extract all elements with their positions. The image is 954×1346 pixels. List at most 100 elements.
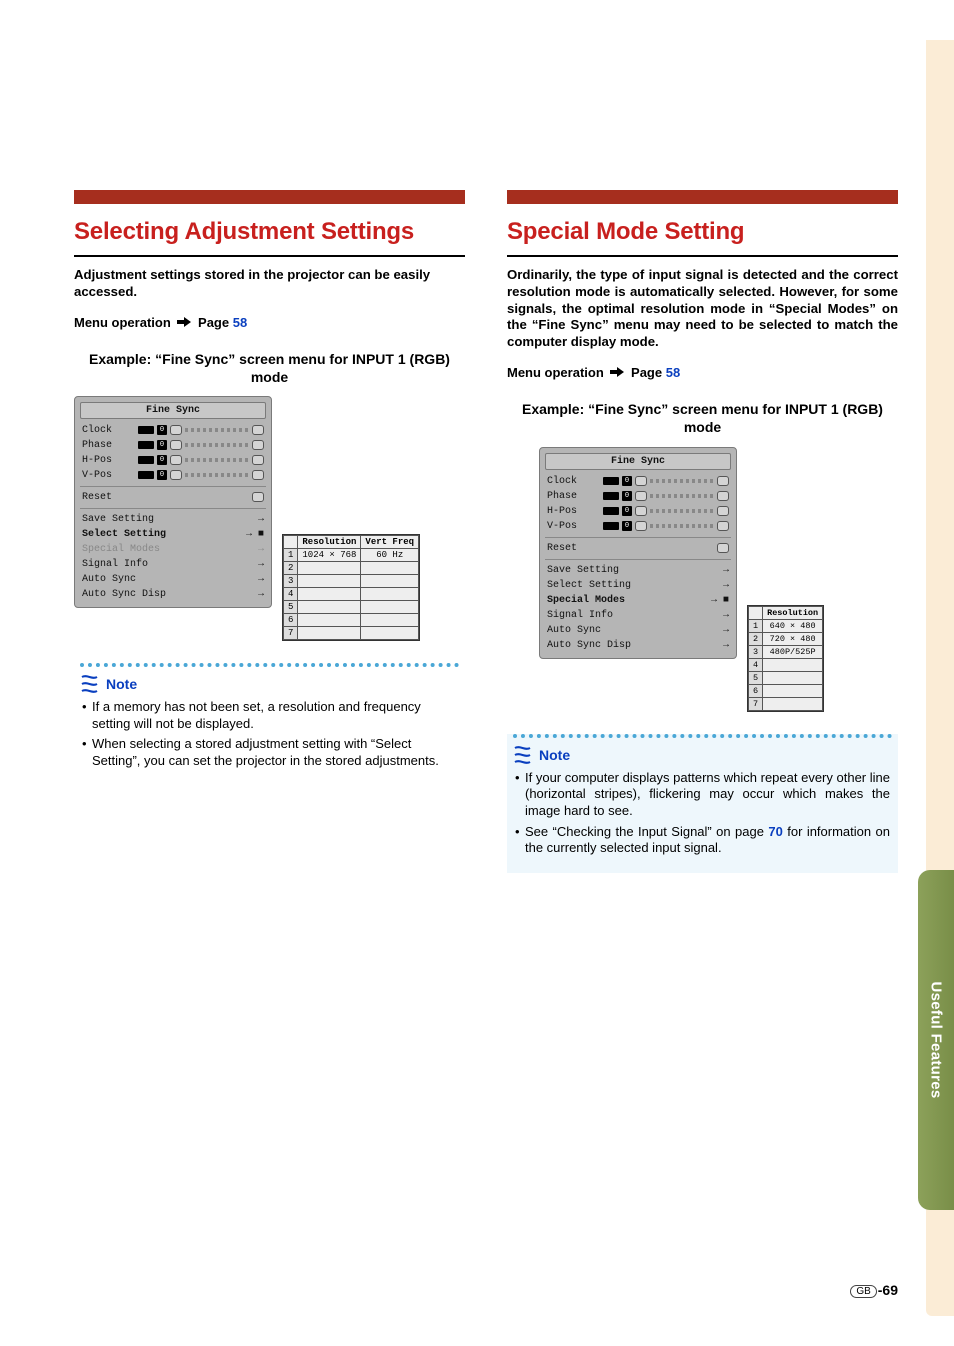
slider-left-cap [603, 507, 619, 515]
slider-track [650, 479, 714, 483]
section-heading: Special Mode Setting [507, 218, 898, 247]
osd-item-arrow-icon: → [194, 589, 264, 600]
side-tab[interactable]: Useful Features [918, 870, 954, 1210]
osd-item-arrow-icon: → [659, 565, 729, 576]
menu-op-prefix: Menu operation [507, 365, 604, 380]
osd-menu-item: Special Modes→ ■ [545, 593, 731, 608]
slider-icon [635, 491, 647, 501]
slider-left-cap [603, 492, 619, 500]
osd-slider: 0 [603, 491, 729, 501]
popup-cell [361, 561, 419, 574]
slider-icon [252, 425, 264, 435]
osd-menu-item: Save Setting→ [545, 563, 731, 578]
slider-track [650, 494, 714, 498]
note-list-right: If your computer displays patterns which… [515, 770, 890, 857]
popup-row-num: 3 [284, 574, 298, 587]
menu-operation-line: Menu operation Page 58 [507, 365, 898, 380]
osd-with-popup: Fine Sync Clock0Phase0H-Pos0V-Pos0 Reset… [539, 447, 898, 712]
page-link[interactable]: 70 [768, 824, 782, 839]
osd-slider-label: H-Pos [547, 506, 599, 517]
note-heading: Note [80, 675, 459, 693]
popup-header: Vert Freq [361, 535, 419, 548]
osd-title: Fine Sync [80, 402, 266, 419]
osd-item-label: Select Setting [82, 529, 190, 540]
osd-slider: 0 [603, 476, 729, 486]
slider-icon [635, 476, 647, 486]
osd-item-group: Save Setting → Select Setting → ■ Special Mo… [80, 512, 266, 602]
slider-track [185, 443, 249, 447]
osd-item-label: Auto Sync [547, 625, 655, 636]
osd-panel: Fine Sync Clock0Phase0H-Pos0V-Pos0 Reset… [539, 447, 737, 659]
osd-slider-row: V-Pos 0 [80, 468, 266, 483]
slider-icon [717, 476, 729, 486]
osd-separator [80, 486, 266, 487]
slider-icon [252, 455, 264, 465]
osd-slider-row: Clock 0 [80, 423, 266, 438]
page-link[interactable]: 58 [233, 315, 247, 330]
section-bar [507, 190, 898, 204]
osd-title: Fine Sync [545, 453, 731, 470]
slider-track [650, 524, 714, 528]
slider-icon [717, 491, 729, 501]
slider-icon [170, 425, 182, 435]
arrow-right-icon [177, 316, 191, 328]
popup-row-num: 2 [749, 632, 763, 645]
left-column: Selecting Adjustment Settings Adjustment… [74, 190, 465, 873]
slider-icon [170, 455, 182, 465]
page-footer: GB-69 [850, 1282, 898, 1298]
osd-menu-item: Special Modes→ [80, 542, 266, 557]
popup-row-num: 6 [749, 684, 763, 697]
osd-item-label: Auto Sync Disp [82, 589, 190, 600]
osd-item-label: Auto Sync Disp [547, 640, 655, 651]
osd-item-label: Signal Info [82, 559, 190, 570]
osd-item-arrow-icon: → [659, 580, 729, 591]
side-tab-label: Useful Features [928, 981, 945, 1098]
popup-cell [298, 574, 361, 587]
note-item: If a memory has not been set, a resoluti… [82, 699, 457, 732]
osd-slider-label: H-Pos [82, 455, 134, 466]
page-link[interactable]: 58 [666, 365, 680, 380]
osd-popup-table: Resolution1640 × 4802720 × 4803480P/525P… [747, 605, 824, 712]
osd-slider: 0 [138, 440, 264, 450]
osd-menu-item: Auto Sync Disp → [80, 587, 266, 602]
osd-slider-label: Clock [82, 425, 134, 436]
osd-item-label: Save Setting [82, 514, 190, 525]
osd-slider-label: V-Pos [82, 470, 134, 481]
popup-cell [361, 574, 419, 587]
osd-slider-row: H-Pos 0 [80, 453, 266, 468]
osd-item-arrow-icon: → [659, 610, 729, 621]
osd-slider: 0 [138, 455, 264, 465]
popup-row-num: 5 [749, 671, 763, 684]
slider-icon [635, 506, 647, 516]
osd-menu-item: Auto Sync→ [545, 623, 731, 638]
note-label: Note [106, 676, 137, 692]
popup-row-num: 6 [284, 613, 298, 626]
slider-value: 0 [622, 506, 632, 516]
osd-item-arrow-icon: → ■ [194, 529, 264, 540]
popup-cell: 640 × 480 [763, 619, 823, 632]
popup-row-num: 2 [284, 561, 298, 574]
popup-cell [298, 600, 361, 613]
note-body: If a memory has not been set, a resoluti… [80, 699, 459, 770]
slider-value: 0 [622, 476, 632, 486]
slider-left-cap [138, 456, 154, 464]
osd-menu-item: Signal Info→ [80, 557, 266, 572]
intro-text: Adjustment settings stored in the projec… [74, 267, 465, 301]
note-item: See “Checking the Input Signal” on page … [515, 824, 890, 857]
osd-menu-item: Select Setting→ [545, 578, 731, 593]
section-heading: Selecting Adjustment Settings [74, 218, 465, 247]
page: Selecting Adjustment Settings Adjustment… [0, 0, 954, 1346]
popup-cell [763, 658, 823, 671]
slider-icon [170, 440, 182, 450]
popup-row-num: 3 [749, 645, 763, 658]
osd-item-arrow-icon: → [194, 514, 264, 525]
slider-value: 0 [157, 425, 167, 435]
osd-menu-item: Auto Sync Disp→ [545, 638, 731, 653]
heading-rule [74, 255, 465, 257]
popup-cell [763, 671, 823, 684]
popup-table: ResolutionVert Freq11024 × 76860 Hz23456… [283, 535, 419, 640]
osd-menu-item: Save Setting → [80, 512, 266, 527]
note-icon [80, 675, 100, 693]
osd-slider: 0 [138, 470, 264, 480]
slider-icon [252, 470, 264, 480]
